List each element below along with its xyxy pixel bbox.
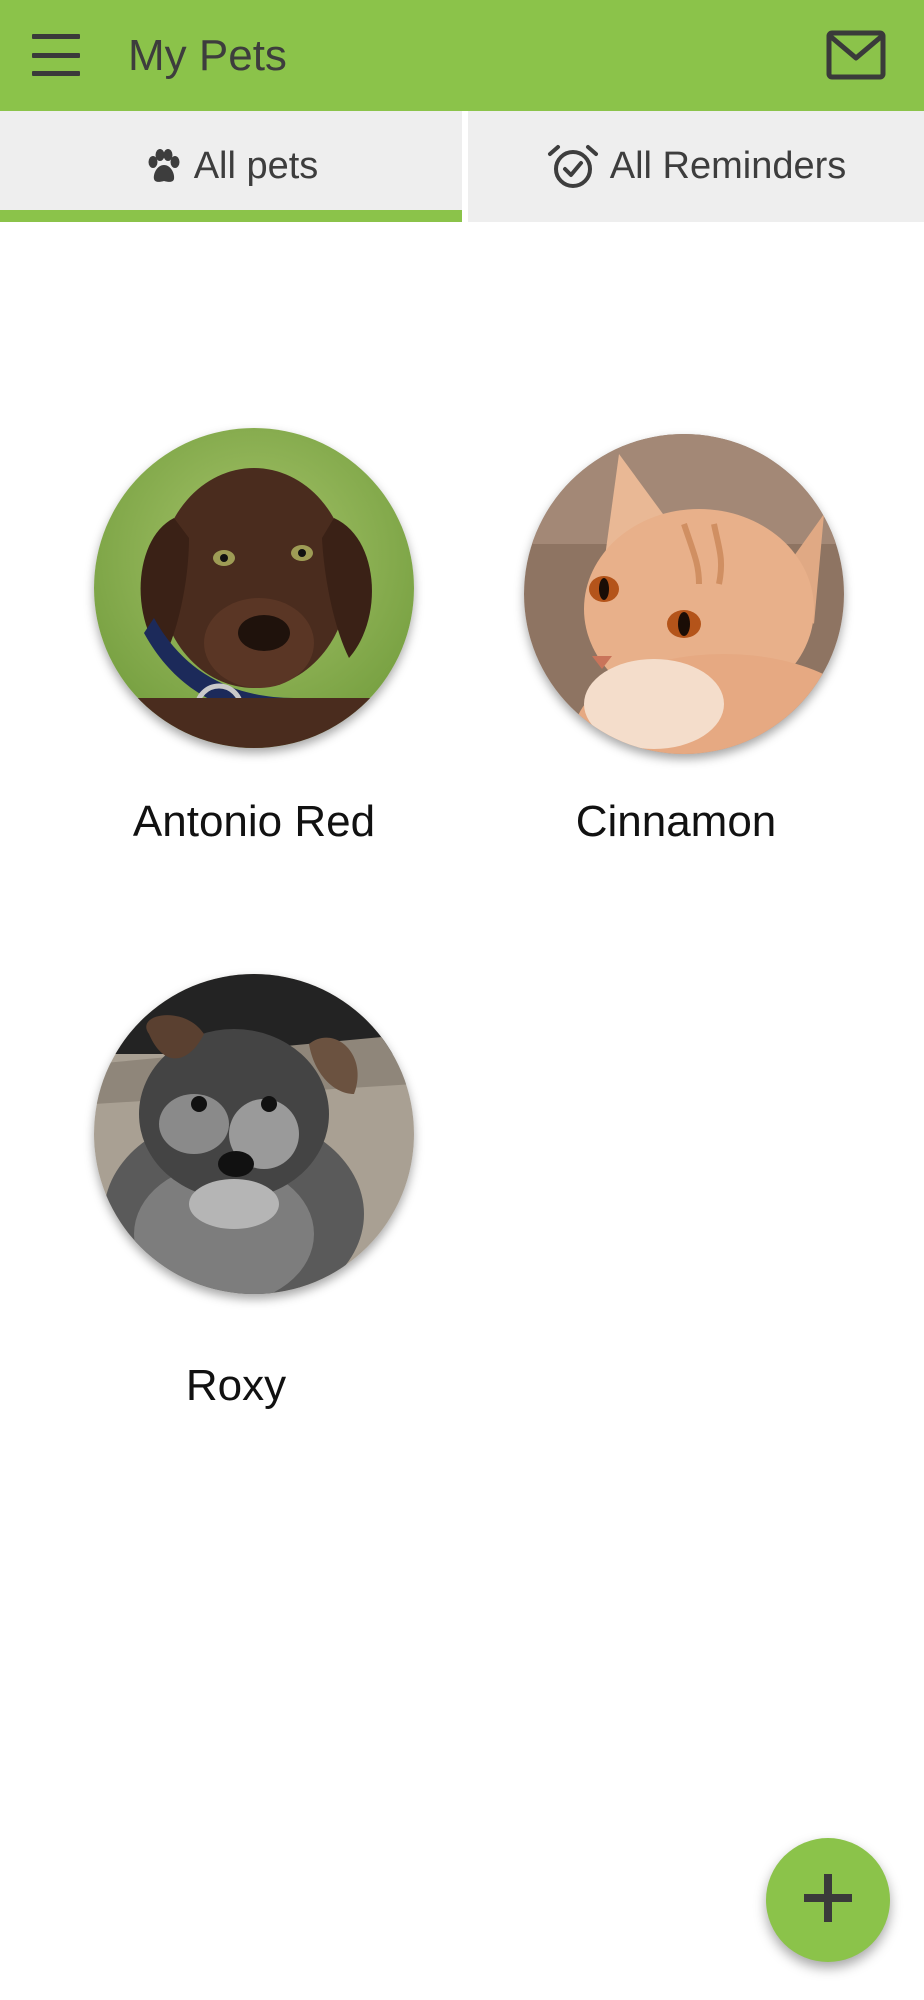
pet-name: Cinnamon [575,797,777,846]
app-bar: My Pets [0,0,924,111]
page-title: My Pets [128,31,287,80]
add-pet-button[interactable] [766,1838,890,1962]
pet-avatar [94,974,414,1294]
tab-bar: All pets All Reminders [0,111,924,222]
paw-icon [144,147,184,187]
pet-avatar [524,434,844,754]
menu-icon[interactable] [32,34,84,76]
tab-all-pets-label: All pets [193,145,319,187]
tab-all-pets[interactable]: All pets [0,111,462,222]
plus-icon [800,1870,856,1931]
mail-icon[interactable] [826,30,886,80]
app-screen: My Pets All pets All Reminders Antonio R… [0,0,924,2000]
pet-name: Roxy [185,1361,287,1410]
selected-tab-indicator [0,210,462,222]
alarm-check-icon [546,144,600,190]
pet-name: Antonio Red [132,797,376,846]
tab-all-reminders-label: All Reminders [609,145,847,187]
pet-avatar [94,428,414,748]
tab-all-reminders[interactable]: All Reminders [468,111,924,222]
